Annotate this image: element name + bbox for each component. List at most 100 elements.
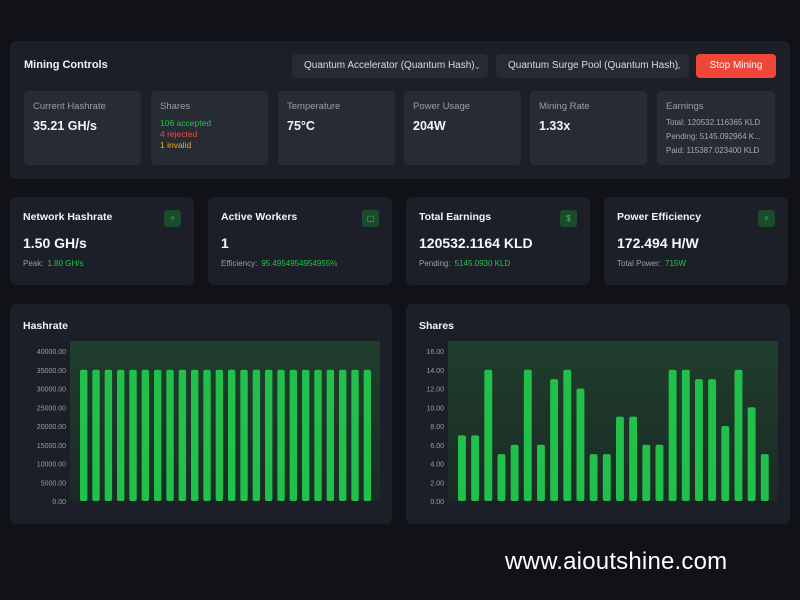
- mining-controls-panel: Mining Controls Quantum Accelerator (Qua…: [10, 41, 790, 179]
- stat-label: Mining Rate: [539, 101, 590, 112]
- stat-temperature: Temperature 75°C: [278, 91, 395, 165]
- card-subtext: Pending: 5145.0930 KLD: [419, 259, 511, 268]
- card-active-workers: Active Workers ▢ 1 Efficiency: 95.4954954…: [208, 197, 392, 285]
- stat-value: 1.33x: [539, 119, 571, 133]
- bar: [681, 369, 690, 501]
- bar: [339, 369, 347, 501]
- y-tick-label: 10000.00: [37, 462, 66, 469]
- stat-mining-rate: Mining Rate 1.33x: [530, 91, 647, 165]
- earnings-paid: Paid: 115387.023400 KLD: [666, 146, 760, 155]
- bar: [92, 369, 100, 501]
- card-power-efficiency: Power Efficiency ✧ 172.494 H/W Total Pow…: [604, 197, 788, 285]
- y-tick-label: 30000.00: [37, 387, 66, 394]
- card-subtext: Efficiency: 95.4954954954955%: [221, 259, 338, 268]
- bar: [563, 369, 572, 501]
- card-title: Total Earnings: [419, 211, 492, 223]
- bar: [80, 369, 88, 501]
- bar: [166, 369, 174, 501]
- bar: [576, 388, 585, 501]
- bar: [550, 379, 559, 501]
- dollar-icon: $: [560, 210, 577, 227]
- card-total-earnings: Total Earnings $ 120532.1164 KLD Pending…: [406, 197, 590, 285]
- y-tick-label: 14.00: [426, 368, 444, 375]
- bar: [351, 369, 359, 501]
- hashrate-chart-panel: Hashrate 40000.00 35000.00 30000.00 25000.0…: [10, 304, 392, 524]
- y-tick-label: 10.00: [426, 405, 444, 412]
- stat-label: Power Usage: [413, 101, 471, 112]
- device-select[interactable]: Quantum Accelerator (Quantum Hash) ⌄: [292, 54, 488, 78]
- earnings-total: Total: 120532.116365 KLD: [666, 118, 761, 127]
- bar: [760, 454, 769, 501]
- cpu-icon: ▢: [362, 210, 379, 227]
- bar: [129, 369, 137, 501]
- bar: [154, 369, 162, 501]
- bar: [289, 369, 298, 501]
- chevron-down-icon: ⌄: [674, 61, 682, 71]
- stat-label: Current Hashrate: [33, 101, 106, 112]
- bar: [203, 369, 211, 501]
- stat-value: 75°C: [287, 119, 315, 133]
- card-title: Power Efficiency: [617, 211, 702, 223]
- shares-accepted: 106 accepted: [160, 118, 212, 128]
- y-tick-label: 0.00: [52, 499, 66, 506]
- y-tick-label: 15000.00: [37, 443, 66, 450]
- stat-value: 35.21 GH/s: [33, 119, 97, 133]
- bar: [721, 426, 730, 501]
- bar: [589, 454, 598, 501]
- stat-value: 204W: [413, 119, 446, 133]
- stat-power-usage: Power Usage 204W: [404, 91, 521, 165]
- bar: [510, 444, 519, 501]
- stat-label: Earnings: [666, 101, 704, 112]
- y-tick-label: 4.00: [430, 462, 444, 469]
- mining-controls-title: Mining Controls: [24, 59, 108, 71]
- bar: [240, 369, 248, 501]
- bar: [104, 369, 113, 501]
- pool-select[interactable]: Quantum Surge Pool (Quantum Hash) ⌄: [496, 54, 689, 78]
- bar: [191, 369, 199, 501]
- bar: [602, 454, 611, 501]
- card-subtext: Total Power: 715W: [617, 259, 686, 268]
- pool-select-value: Quantum Surge Pool (Quantum Hash): [508, 60, 679, 71]
- card-network-hashrate: Network Hashrate ✧ 1.50 GH/s Peak: 1.80 G…: [10, 197, 194, 285]
- stat-earnings: Earnings Total: 120532.116365 KLD Pendin…: [657, 91, 775, 165]
- y-tick-label: 20000.00: [37, 424, 66, 431]
- watermark-text: www.aioutshine.com: [505, 548, 728, 575]
- bar: [363, 369, 372, 501]
- shares-invalid: 1 invalid: [160, 140, 192, 150]
- bar: [117, 369, 125, 501]
- bar: [668, 369, 677, 501]
- y-tick-label: 8.00: [430, 424, 444, 431]
- bar: [734, 369, 743, 501]
- bar: [265, 369, 273, 501]
- stat-label: Shares: [160, 101, 191, 112]
- bar: [642, 444, 651, 501]
- bar: [484, 369, 493, 501]
- bar: [326, 369, 335, 501]
- card-title: Network Hashrate: [23, 211, 113, 223]
- bar: [523, 369, 532, 501]
- card-title: Active Workers: [221, 211, 298, 223]
- hashrate-chart: 40000.00 35000.00 30000.00 25000.00 20000.00…: [37, 341, 380, 506]
- card-value: 1.50 GH/s: [23, 235, 87, 251]
- bar: [471, 435, 480, 501]
- y-tick-label: 6.00: [430, 443, 444, 450]
- bar: [277, 369, 285, 501]
- card-value: 172.494 H/W: [617, 235, 699, 251]
- bar: [747, 407, 756, 501]
- bar: [708, 379, 717, 501]
- shares-rejected: 4 rejected: [160, 129, 198, 139]
- bar: [616, 416, 624, 501]
- y-tick-label: 2.00: [430, 480, 444, 487]
- stat-shares: Shares 106 accepted 4 rejected 1 invalid: [151, 91, 268, 165]
- stat-label: Temperature: [287, 101, 341, 112]
- zap-icon: ✧: [758, 210, 775, 227]
- bar: [215, 369, 224, 501]
- stop-mining-button[interactable]: Stop Mining: [696, 54, 776, 78]
- bar: [497, 454, 506, 501]
- y-tick-label: 25000.00: [37, 405, 66, 412]
- card-subtext: Peak: 1.80 GH/s: [23, 259, 84, 268]
- chevron-down-icon: ⌄: [473, 61, 481, 71]
- bar: [141, 369, 150, 501]
- y-tick-label: 35000.00: [37, 368, 66, 375]
- y-tick-label: 0.00: [430, 499, 444, 506]
